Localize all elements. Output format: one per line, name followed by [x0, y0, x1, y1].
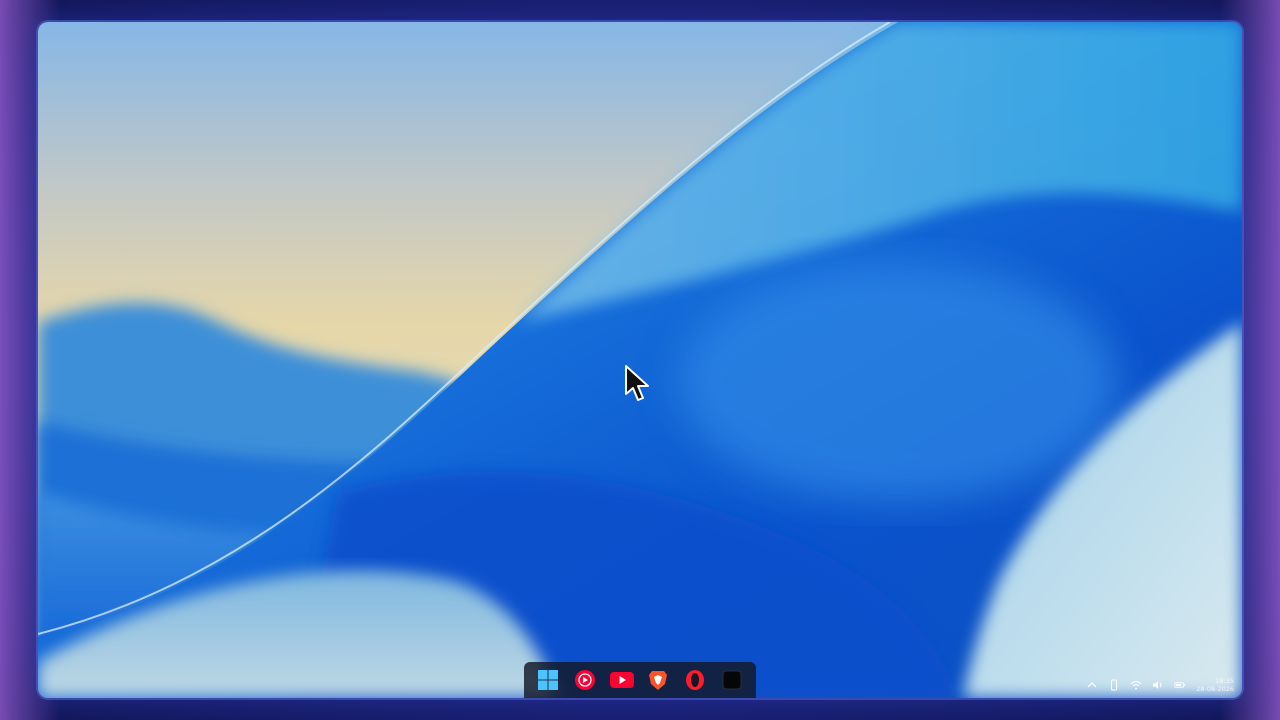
- clock[interactable]: 18:35 28-08-2026: [1196, 677, 1234, 693]
- brave-lion-icon: [649, 671, 668, 690]
- youtube-music-icon: [574, 670, 595, 690]
- brave-button[interactable]: [645, 667, 671, 693]
- chevron-up-icon[interactable]: [1086, 679, 1098, 691]
- clock-time: 18:35: [1215, 677, 1234, 685]
- youtube-music-button[interactable]: [572, 667, 598, 693]
- speaker-icon[interactable]: [1152, 679, 1164, 691]
- youtube-button[interactable]: [609, 667, 635, 693]
- start-button[interactable]: [535, 667, 561, 693]
- windows-icon: [538, 670, 559, 690]
- taskbar: [524, 662, 756, 698]
- usb-icon[interactable]: [1108, 679, 1120, 691]
- terminal-button[interactable]: [719, 667, 745, 693]
- opera-icon: [685, 670, 704, 690]
- mouse-pointer-icon: [625, 365, 649, 401]
- desktop-screen: 18:35 28-08-2026: [38, 22, 1242, 698]
- youtube-icon: [609, 672, 634, 688]
- system-tray: 18:35 28-08-2026: [1086, 672, 1234, 698]
- opera-button[interactable]: [682, 667, 708, 693]
- wifi-icon[interactable]: [1130, 679, 1142, 691]
- battery-icon[interactable]: [1174, 679, 1186, 691]
- black-square-app-icon: [722, 670, 742, 690]
- wallpaper: [38, 22, 1242, 698]
- clock-date: 28-08-2026: [1196, 685, 1234, 693]
